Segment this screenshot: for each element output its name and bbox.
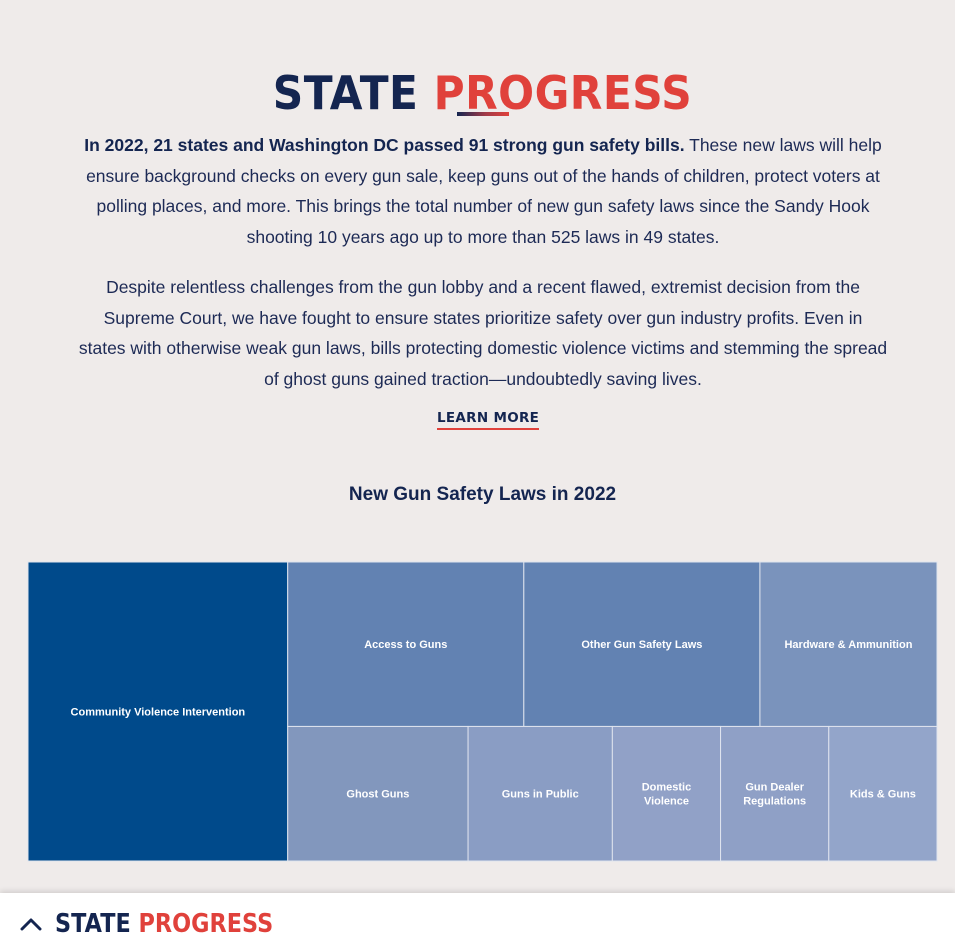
treemap-cell-guns-in-public[interactable]: Guns in Public	[467, 725, 613, 862]
title-divider	[457, 112, 509, 116]
chart-title: New Gun Safety Laws in 2022	[348, 484, 617, 505]
footer-title-word-progress: PROGRESS	[138, 909, 274, 939]
treemap-rect-ghost-guns[interactable]	[287, 725, 469, 862]
footer-title-word-state: STATE	[55, 909, 131, 939]
treemap-cell-hardware-and-ammunition[interactable]: Hardware & Ammunition	[759, 561, 938, 727]
treemap-rect-domestic-violence[interactable]	[611, 725, 722, 862]
learn-more-link[interactable]: LEARN MORE	[437, 410, 540, 430]
treemap-cell-domestic-violence[interactable]: Domestic Violence	[611, 725, 722, 862]
intro-bold-sentence: In 2022, 21 states and Washington DC pas…	[84, 135, 685, 155]
treemap-cell-gun-dealer-regulations[interactable]: Gun Dealer Regulations	[720, 725, 830, 862]
treemap-rect-gun-dealer-regulations[interactable]	[720, 725, 830, 862]
treemap-rect-other-gun-safety-laws[interactable]	[523, 561, 761, 727]
treemap-cell-other-gun-safety-laws[interactable]: Other Gun Safety Laws	[523, 561, 761, 727]
treemap-rect-access-to-guns[interactable]	[287, 561, 525, 727]
footer-title[interactable]: STATE PROGRESS	[55, 907, 273, 941]
context-paragraph: Despite relentless challenges from the g…	[78, 277, 888, 389]
state-progress-page: STATE PROGRESS In 2022, 21 states and Wa…	[0, 0, 955, 943]
title-word-state: STATE	[272, 65, 419, 120]
treemap-rect-hardware-and-ammunition[interactable]	[759, 561, 938, 727]
treemap-cell-community-violence-intervention[interactable]: Community Violence Intervention	[27, 561, 289, 862]
treemap-cell-ghost-guns[interactable]: Ghost Guns	[287, 725, 469, 862]
treemap-rect-kids-and-guns[interactable]	[828, 725, 938, 862]
treemap-cell-kids-and-guns[interactable]: Kids & Guns	[828, 725, 938, 862]
treemap-rect-community-violence-intervention[interactable]	[27, 561, 289, 862]
intro-paragraph: In 2022, 21 states and Washington DC pas…	[78, 130, 888, 252]
treemap-cell-access-to-guns[interactable]: Access to Guns	[287, 561, 525, 727]
treemap-rect-guns-in-public[interactable]	[467, 725, 613, 862]
chevron-up-icon[interactable]	[20, 917, 42, 931]
